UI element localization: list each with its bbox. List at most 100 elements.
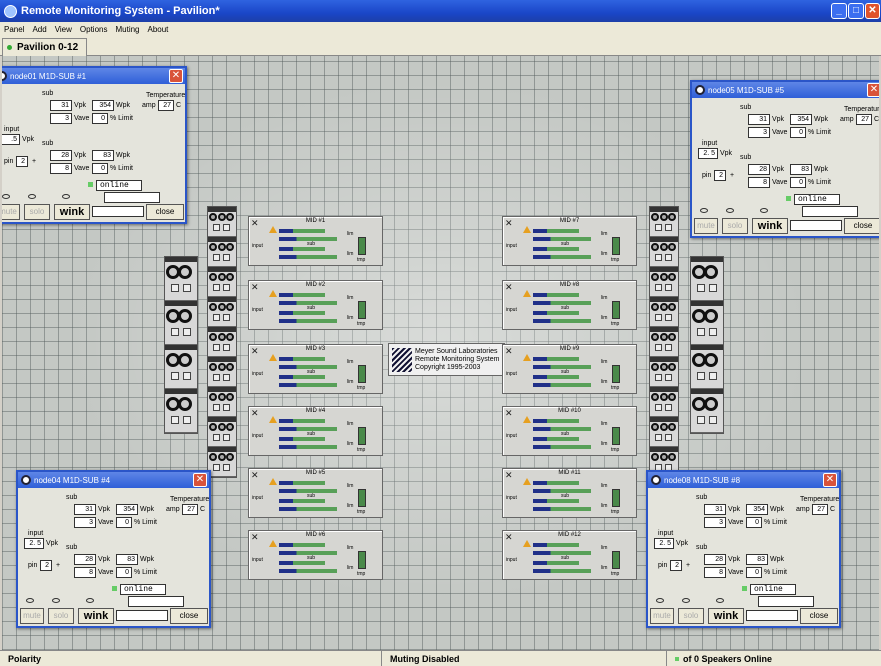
mid-module[interactable]: ✕ MID #3 input sub lim lim tmp	[248, 344, 383, 394]
node-close-icon[interactable]: ✕	[169, 69, 183, 83]
wink-button[interactable]: wink	[708, 608, 744, 624]
menu-about[interactable]: About	[144, 25, 173, 34]
solo-button[interactable]: solo	[24, 204, 50, 220]
mid-module[interactable]: ✕ MID #12 input sub lim lim tmp	[502, 530, 637, 580]
celsius-label: C	[830, 506, 836, 513]
sub-cell[interactable]	[691, 345, 723, 389]
mid-module[interactable]: ✕ MID #10 input sub lim lim tmp	[502, 406, 637, 456]
speaker-cell[interactable]	[650, 417, 678, 447]
mute-button[interactable]: mute	[650, 608, 674, 624]
level-bar	[279, 419, 325, 423]
sub-cell[interactable]	[691, 257, 723, 301]
vave-label: Vave	[74, 115, 90, 122]
wink-button[interactable]: wink	[752, 218, 788, 234]
driver-icon	[218, 333, 226, 341]
tab-pavilion[interactable]: Pavilion 0-12	[2, 38, 88, 56]
level-bar	[533, 311, 579, 315]
mid-module[interactable]: ✕ MID #7 input sub lim lim tmp	[502, 216, 637, 266]
solo-button[interactable]: solo	[48, 608, 74, 624]
node-title: node04 M1D-SUB #4	[34, 475, 111, 485]
maximize-icon[interactable]: □	[848, 3, 864, 19]
menu-options[interactable]: Options	[76, 25, 112, 34]
solo-button[interactable]: solo	[678, 608, 704, 624]
mid-module[interactable]: ✕ MID #4 input sub lim lim tmp	[248, 406, 383, 456]
menu-muting[interactable]: Muting	[111, 25, 143, 34]
close-button[interactable]: close	[170, 608, 208, 624]
speaker-cell[interactable]	[650, 207, 678, 237]
close-button[interactable]: close	[844, 218, 879, 234]
indicator-led-icon	[716, 598, 724, 603]
close-button[interactable]: close	[800, 608, 838, 624]
close-icon[interactable]: ✕	[865, 3, 880, 19]
driver-icon	[660, 303, 668, 311]
mid-module[interactable]: ✕ MID #11 input sub lim lim tmp	[502, 468, 637, 518]
speaker-cell[interactable]	[208, 417, 236, 447]
cell-header	[208, 297, 236, 302]
speaker-cell[interactable]	[650, 267, 678, 297]
speaker-cell[interactable]	[208, 207, 236, 237]
wink-button[interactable]: wink	[78, 608, 114, 624]
sub-cell[interactable]	[165, 345, 197, 389]
limit-label: % Limit	[808, 179, 831, 186]
mid-module[interactable]: ✕ MID #2 input sub lim lim tmp	[248, 280, 383, 330]
driver-icon	[651, 213, 659, 221]
mute-button[interactable]: mute	[2, 204, 20, 220]
menu-view[interactable]: View	[51, 25, 76, 34]
vpk-label: Vpk	[98, 556, 111, 563]
wink-button[interactable]: wink	[54, 204, 90, 220]
vpk-label: Vpk	[98, 506, 111, 513]
speaker-cell[interactable]	[650, 387, 678, 417]
mid-module[interactable]: ✕ MID #5 input sub lim lim tmp	[248, 468, 383, 518]
sub-cell[interactable]	[691, 301, 723, 345]
speaker-cell[interactable]	[650, 357, 678, 387]
node-window[interactable]: node04 M1D-SUB #4 ✕ sub Temperature amp 27 C 31…	[16, 470, 211, 628]
lim-label: lim	[347, 359, 354, 365]
speaker-cell[interactable]	[208, 357, 236, 387]
window-title: Remote Monitoring System - Pavilion*	[21, 5, 220, 17]
pin-value: 2	[670, 560, 682, 571]
speaker-cell[interactable]	[650, 327, 678, 357]
solo-button[interactable]: solo	[722, 218, 748, 234]
level-bar	[279, 375, 325, 379]
speaker-cell[interactable]	[208, 387, 236, 417]
app-window: Remote Monitoring System - Pavilion* _ □…	[0, 0, 881, 666]
mid-module[interactable]: ✕ MID #1 input sub lim lim tmp	[248, 216, 383, 266]
sub-cell[interactable]	[165, 389, 197, 433]
speaker-cell[interactable]	[208, 327, 236, 357]
node-icon	[21, 475, 31, 485]
sub1-vave: 3	[748, 127, 770, 138]
speaker-cell[interactable]	[208, 447, 236, 477]
cell-header	[691, 389, 723, 394]
node-window[interactable]: node08 M1D-SUB #8 ✕ sub Temperature amp 27 C 31…	[646, 470, 841, 628]
menu-panel[interactable]: Panel	[0, 25, 28, 34]
lim-label: lim	[347, 251, 354, 257]
vpk-label: Vpk	[74, 102, 87, 109]
sub-cell[interactable]	[165, 301, 197, 345]
speaker-cell[interactable]	[650, 237, 678, 267]
speaker-cell[interactable]	[208, 237, 236, 267]
speaker-cell[interactable]	[208, 267, 236, 297]
mute-button[interactable]: mute	[20, 608, 44, 624]
mid-module[interactable]: ✕ MID #8 input sub lim lim tmp	[502, 280, 637, 330]
node-close-icon[interactable]: ✕	[823, 473, 837, 487]
node-window[interactable]: node01 M1D-SUB #1 ✕ sub Temperature amp 27 C 31…	[2, 66, 187, 224]
node-window[interactable]: node05 M1D-SUB #5 ✕ sub Temperature amp27C 31…	[690, 80, 879, 238]
menu-add[interactable]: Add	[28, 25, 50, 34]
warning-icon	[523, 540, 531, 547]
node-close-icon[interactable]: ✕	[193, 473, 207, 487]
speaker-cell[interactable]	[650, 297, 678, 327]
sub-cell[interactable]	[691, 389, 723, 433]
speaker-cell[interactable]	[208, 297, 236, 327]
mid-module[interactable]: ✕ MID #9 input sub lim lim tmp	[502, 344, 637, 394]
node-close-icon[interactable]: ✕	[867, 83, 879, 97]
mid-module[interactable]: ✕ MID #6 input sub lim lim tmp	[248, 530, 383, 580]
indicator-led-icon	[86, 598, 94, 603]
minimize-icon[interactable]: _	[831, 3, 847, 19]
node-title: node01 M1D-SUB #1	[10, 71, 87, 81]
close-button[interactable]: close	[146, 204, 184, 220]
mute-button[interactable]: mute	[694, 218, 718, 234]
sub-cell[interactable]	[165, 257, 197, 301]
pin-label: pin	[702, 172, 712, 179]
input-label: input	[252, 371, 263, 377]
driver-icon	[660, 453, 668, 461]
